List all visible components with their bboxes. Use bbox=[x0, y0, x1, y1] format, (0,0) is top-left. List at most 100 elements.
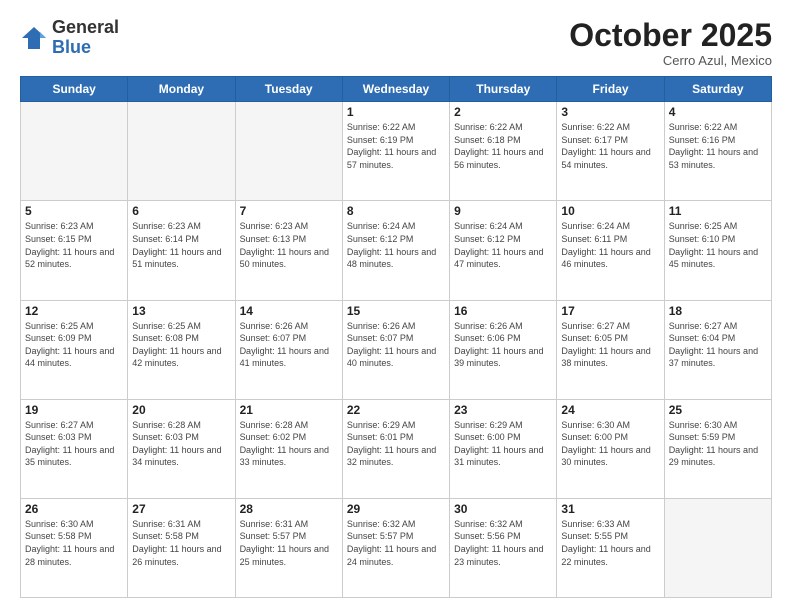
calendar-cell: 21 Sunrise: 6:28 AMSunset: 6:02 PMDayligh… bbox=[235, 399, 342, 498]
day-number: 10 bbox=[561, 204, 659, 218]
calendar-cell: 13Sunrise: 6:25 AMSunset: 6:08 PMDayligh… bbox=[128, 300, 235, 399]
logo-general-text: General bbox=[52, 17, 119, 37]
day-info: Sunrise: 6:31 AMSunset: 5:58 PMDaylight:… bbox=[132, 518, 230, 568]
day-header-friday: Friday bbox=[557, 77, 664, 102]
calendar-cell: 30 Sunrise: 6:32 AMSunset: 5:56 PMDayligh… bbox=[450, 498, 557, 597]
day-header-thursday: Thursday bbox=[450, 77, 557, 102]
calendar-header-row: SundayMondayTuesdayWednesdayThursdayFrid… bbox=[21, 77, 772, 102]
calendar-cell: 6Sunrise: 6:23 AMSunset: 6:14 PMDaylight… bbox=[128, 201, 235, 300]
calendar-cell: 10 Sunrise: 6:24 AMSunset: 6:11 PMDayligh… bbox=[557, 201, 664, 300]
day-info: Sunrise: 6:30 AMSunset: 5:58 PMDaylight:… bbox=[25, 518, 123, 568]
day-info: Sunrise: 6:29 AMSunset: 6:01 PMDaylight:… bbox=[347, 419, 445, 469]
day-number: 14 bbox=[240, 304, 338, 318]
logo: General Blue bbox=[20, 18, 119, 58]
day-number: 8 bbox=[347, 204, 445, 218]
calendar-cell: 28 Sunrise: 6:31 AMSunset: 5:57 PMDayligh… bbox=[235, 498, 342, 597]
day-number: 15 bbox=[347, 304, 445, 318]
day-number: 16 bbox=[454, 304, 552, 318]
calendar-cell: 18 Sunrise: 6:27 AMSunset: 6:04 PMDayligh… bbox=[664, 300, 771, 399]
calendar-cell: 29 Sunrise: 6:32 AMSunset: 5:57 PMDayligh… bbox=[342, 498, 449, 597]
day-info: Sunrise: 6:27 AMSunset: 6:04 PMDaylight:… bbox=[669, 320, 767, 370]
day-number: 29 bbox=[347, 502, 445, 516]
day-number: 6 bbox=[132, 204, 230, 218]
calendar-cell: 7Sunrise: 6:23 AMSunset: 6:13 PMDaylight… bbox=[235, 201, 342, 300]
calendar-cell: 15 Sunrise: 6:26 AMSunset: 6:07 PMDayligh… bbox=[342, 300, 449, 399]
calendar-week-3: 19 Sunrise: 6:27 AMSunset: 6:03 PMDayligh… bbox=[21, 399, 772, 498]
day-info: Sunrise: 6:22 AMSunset: 6:18 PMDaylight:… bbox=[454, 121, 552, 171]
day-header-wednesday: Wednesday bbox=[342, 77, 449, 102]
calendar-cell: 4Sunrise: 6:22 AMSunset: 6:16 PMDaylight… bbox=[664, 102, 771, 201]
calendar-cell: 22 Sunrise: 6:29 AMSunset: 6:01 PMDayligh… bbox=[342, 399, 449, 498]
day-number: 12 bbox=[25, 304, 123, 318]
day-info: Sunrise: 6:22 AMSunset: 6:19 PMDaylight:… bbox=[347, 121, 445, 171]
day-info: Sunrise: 6:27 AMSunset: 6:03 PMDaylight:… bbox=[25, 419, 123, 469]
day-info: Sunrise: 6:28 AMSunset: 6:03 PMDaylight:… bbox=[132, 419, 230, 469]
day-number: 30 bbox=[454, 502, 552, 516]
day-info: Sunrise: 6:23 AMSunset: 6:15 PMDaylight:… bbox=[25, 220, 123, 270]
calendar-cell: 16 Sunrise: 6:26 AMSunset: 6:06 PMDayligh… bbox=[450, 300, 557, 399]
subtitle: Cerro Azul, Mexico bbox=[569, 53, 772, 68]
day-info: Sunrise: 6:24 AMSunset: 6:12 PMDaylight:… bbox=[454, 220, 552, 270]
header: General Blue October 2025 Cerro Azul, Me… bbox=[20, 18, 772, 68]
day-info: Sunrise: 6:30 AMSunset: 5:59 PMDaylight:… bbox=[669, 419, 767, 469]
day-header-saturday: Saturday bbox=[664, 77, 771, 102]
calendar-cell: 24 Sunrise: 6:30 AMSunset: 6:00 PMDayligh… bbox=[557, 399, 664, 498]
day-info: Sunrise: 6:27 AMSunset: 6:05 PMDaylight:… bbox=[561, 320, 659, 370]
logo-text: General Blue bbox=[52, 18, 119, 58]
calendar-table: SundayMondayTuesdayWednesdayThursdayFrid… bbox=[20, 76, 772, 598]
calendar-cell bbox=[21, 102, 128, 201]
calendar-cell: 23Sunrise: 6:29 AMSunset: 6:00 PMDayligh… bbox=[450, 399, 557, 498]
logo-icon bbox=[20, 24, 48, 52]
day-info: Sunrise: 6:25 AMSunset: 6:10 PMDaylight:… bbox=[669, 220, 767, 270]
day-number: 31 bbox=[561, 502, 659, 516]
day-number: 27 bbox=[132, 502, 230, 516]
calendar-week-4: 26 Sunrise: 6:30 AMSunset: 5:58 PMDayligh… bbox=[21, 498, 772, 597]
day-info: Sunrise: 6:32 AMSunset: 5:57 PMDaylight:… bbox=[347, 518, 445, 568]
day-number: 22 bbox=[347, 403, 445, 417]
calendar-cell: 11Sunrise: 6:25 AMSunset: 6:10 PMDayligh… bbox=[664, 201, 771, 300]
day-info: Sunrise: 6:32 AMSunset: 5:56 PMDaylight:… bbox=[454, 518, 552, 568]
calendar-cell: 1Sunrise: 6:22 AMSunset: 6:19 PMDaylight… bbox=[342, 102, 449, 201]
day-number: 5 bbox=[25, 204, 123, 218]
calendar-cell bbox=[235, 102, 342, 201]
day-number: 19 bbox=[25, 403, 123, 417]
calendar-week-0: 1Sunrise: 6:22 AMSunset: 6:19 PMDaylight… bbox=[21, 102, 772, 201]
day-number: 28 bbox=[240, 502, 338, 516]
day-info: Sunrise: 6:24 AMSunset: 6:12 PMDaylight:… bbox=[347, 220, 445, 270]
day-info: Sunrise: 6:28 AMSunset: 6:02 PMDaylight:… bbox=[240, 419, 338, 469]
day-number: 23 bbox=[454, 403, 552, 417]
calendar-cell: 20Sunrise: 6:28 AMSunset: 6:03 PMDayligh… bbox=[128, 399, 235, 498]
day-info: Sunrise: 6:26 AMSunset: 6:07 PMDaylight:… bbox=[240, 320, 338, 370]
day-info: Sunrise: 6:26 AMSunset: 6:06 PMDaylight:… bbox=[454, 320, 552, 370]
day-info: Sunrise: 6:31 AMSunset: 5:57 PMDaylight:… bbox=[240, 518, 338, 568]
calendar-week-2: 12 Sunrise: 6:25 AMSunset: 6:09 PMDayligh… bbox=[21, 300, 772, 399]
day-info: Sunrise: 6:24 AMSunset: 6:11 PMDaylight:… bbox=[561, 220, 659, 270]
calendar-cell: 14 Sunrise: 6:26 AMSunset: 6:07 PMDayligh… bbox=[235, 300, 342, 399]
day-info: Sunrise: 6:26 AMSunset: 6:07 PMDaylight:… bbox=[347, 320, 445, 370]
calendar-cell: 27 Sunrise: 6:31 AMSunset: 5:58 PMDayligh… bbox=[128, 498, 235, 597]
day-number: 9 bbox=[454, 204, 552, 218]
day-info: Sunrise: 6:25 AMSunset: 6:09 PMDaylight:… bbox=[25, 320, 123, 370]
day-info: Sunrise: 6:22 AMSunset: 6:17 PMDaylight:… bbox=[561, 121, 659, 171]
calendar-cell: 9 Sunrise: 6:24 AMSunset: 6:12 PMDaylight… bbox=[450, 201, 557, 300]
calendar-cell: 8 Sunrise: 6:24 AMSunset: 6:12 PMDaylight… bbox=[342, 201, 449, 300]
calendar-cell: 12 Sunrise: 6:25 AMSunset: 6:09 PMDayligh… bbox=[21, 300, 128, 399]
day-number: 24 bbox=[561, 403, 659, 417]
day-number: 4 bbox=[669, 105, 767, 119]
day-number: 2 bbox=[454, 105, 552, 119]
day-number: 21 bbox=[240, 403, 338, 417]
calendar-cell: 17 Sunrise: 6:27 AMSunset: 6:05 PMDayligh… bbox=[557, 300, 664, 399]
logo-blue-text: Blue bbox=[52, 37, 91, 57]
day-info: Sunrise: 6:30 AMSunset: 6:00 PMDaylight:… bbox=[561, 419, 659, 469]
day-number: 26 bbox=[25, 502, 123, 516]
day-number: 25 bbox=[669, 403, 767, 417]
calendar-cell: 26 Sunrise: 6:30 AMSunset: 5:58 PMDayligh… bbox=[21, 498, 128, 597]
day-number: 18 bbox=[669, 304, 767, 318]
calendar-cell: 2 Sunrise: 6:22 AMSunset: 6:18 PMDaylight… bbox=[450, 102, 557, 201]
day-number: 13 bbox=[132, 304, 230, 318]
day-header-sunday: Sunday bbox=[21, 77, 128, 102]
calendar-cell bbox=[128, 102, 235, 201]
calendar-cell: 31Sunrise: 6:33 AMSunset: 5:55 PMDayligh… bbox=[557, 498, 664, 597]
page: General Blue October 2025 Cerro Azul, Me… bbox=[0, 0, 792, 612]
day-number: 17 bbox=[561, 304, 659, 318]
